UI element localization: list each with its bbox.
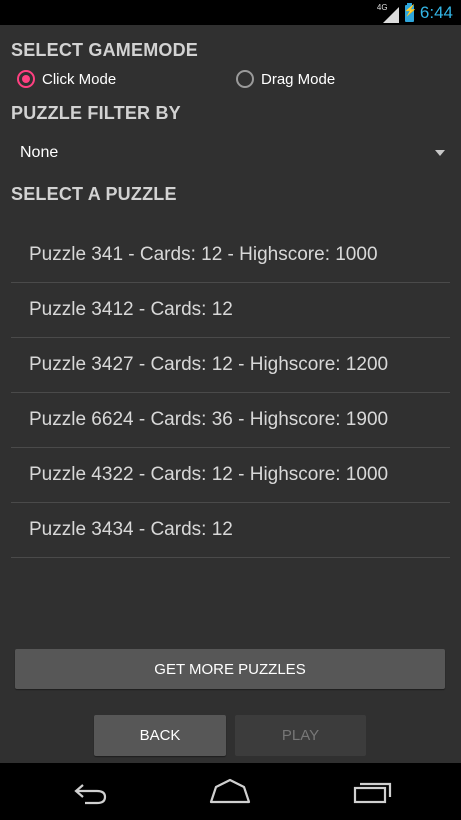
radio-checked-icon [17, 70, 35, 88]
radio-unchecked-icon [236, 70, 254, 88]
puzzle-list: Puzzle 341 - Cards: 12 - Highscore: 1000… [11, 228, 450, 558]
puzzle-list-item[interactable]: Puzzle 6624 - Cards: 36 - Highscore: 190… [11, 393, 450, 448]
battery-charging-icon [404, 2, 418, 22]
drag-mode-radio[interactable]: Drag Mode [236, 70, 335, 88]
status-icons: 4G 6:44 [377, 1, 453, 25]
get-more-puzzles-button[interactable]: GET MORE PUZZLES [15, 649, 445, 689]
puzzle-list-title: SELECT A PUZZLE [11, 184, 177, 204]
back-button[interactable]: BACK [94, 715, 226, 756]
puzzle-list-item[interactable]: Puzzle 3412 - Cards: 12 [11, 283, 450, 338]
play-button[interactable]: PLAY [235, 715, 366, 756]
status-bar: 4G 6:44 [0, 0, 461, 25]
back-nav-icon[interactable] [67, 777, 111, 807]
puzzle-list-item[interactable]: Puzzle 3427 - Cards: 12 - Highscore: 120… [11, 338, 450, 393]
click-mode-radio[interactable]: Click Mode [17, 70, 116, 88]
filter-spinner[interactable]: None [11, 136, 449, 172]
puzzle-list-item[interactable]: Puzzle 341 - Cards: 12 - Highscore: 1000 [11, 228, 450, 283]
gamemode-title: SELECT GAMEMODE [11, 40, 199, 60]
cell-signal-icon: 4G [377, 3, 399, 23]
drag-mode-label: Drag Mode [261, 70, 336, 88]
app-content: SELECT GAMEMODE Click Mode Drag Mode PUZ… [0, 25, 461, 763]
gamemode-radio-group: Click Mode Drag Mode [17, 70, 457, 94]
recent-apps-nav-icon[interactable] [351, 777, 395, 807]
filter-selected-value: None [20, 144, 59, 161]
clock: 6:44 [419, 3, 453, 22]
dropdown-arrow-icon [435, 150, 445, 156]
home-nav-icon[interactable] [208, 777, 252, 807]
filter-title: PUZZLE FILTER BY [11, 103, 181, 123]
navigation-bar [0, 763, 461, 820]
click-mode-label: Click Mode [42, 70, 117, 88]
puzzle-list-item[interactable]: Puzzle 4322 - Cards: 12 - Highscore: 100… [11, 448, 450, 503]
puzzle-list-item[interactable]: Puzzle 3434 - Cards: 12 [11, 503, 450, 558]
